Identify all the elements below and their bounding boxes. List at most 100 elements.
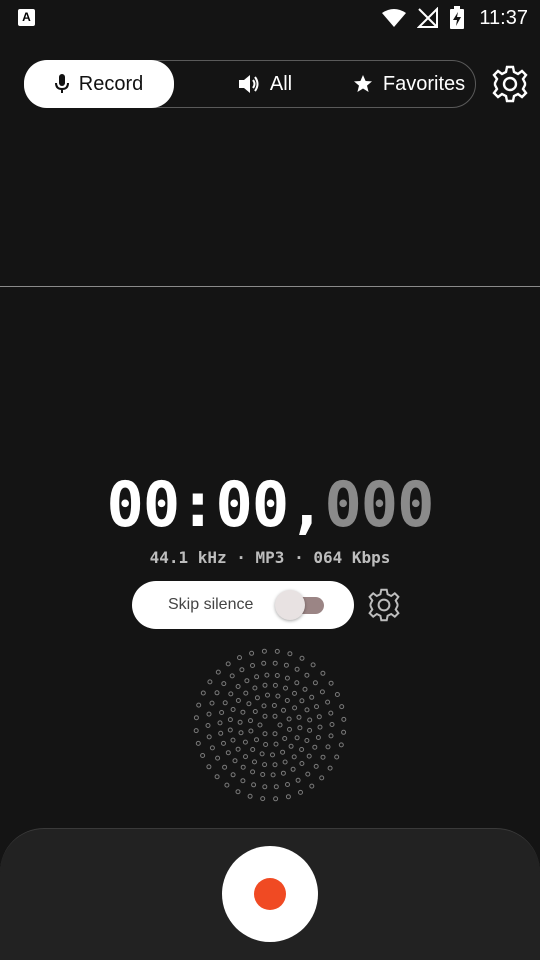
- mode-tabs: Record All Favorites: [24, 60, 476, 108]
- recorder-screen: A 11:37 Record All Favorites 00:00 , 000…: [0, 0, 540, 960]
- level-dot: [294, 680, 300, 686]
- tab-record[interactable]: Record: [24, 60, 174, 108]
- level-dot: [209, 745, 215, 751]
- level-dot: [193, 715, 199, 721]
- level-dot: [275, 693, 281, 699]
- level-dot: [339, 704, 345, 710]
- level-dot: [232, 758, 238, 764]
- level-dot: [292, 705, 298, 711]
- audio-level-visualizer: [193, 648, 347, 802]
- level-dot: [265, 692, 270, 698]
- settings-gear-icon[interactable]: [490, 64, 530, 104]
- level-dot: [280, 770, 286, 776]
- level-dot: [274, 648, 280, 654]
- level-dot: [200, 753, 206, 758]
- level-dot: [338, 742, 344, 748]
- record-dot-icon: [254, 878, 286, 910]
- level-dot: [272, 731, 278, 737]
- status-time: 11:37: [479, 6, 528, 29]
- level-dot: [214, 690, 220, 696]
- level-dot: [313, 763, 319, 769]
- record-button[interactable]: [222, 846, 318, 942]
- level-dot: [195, 740, 201, 746]
- level-dot: [305, 771, 311, 777]
- level-dot: [307, 727, 313, 733]
- status-bar: A 11:37: [0, 0, 540, 36]
- level-dot: [218, 730, 224, 736]
- skip-silence-label: Skip silence: [168, 596, 254, 613]
- recording-timer: 00:00 , 000: [0, 468, 540, 541]
- level-dot: [285, 794, 291, 800]
- level-dot: [280, 749, 286, 755]
- timer-separator: ,: [288, 468, 325, 541]
- timer-main: 00:00: [106, 468, 290, 541]
- level-dot: [295, 777, 301, 783]
- level-dot: [320, 670, 326, 676]
- level-dot: [215, 669, 221, 675]
- level-dot: [284, 698, 290, 703]
- no-signal-icon: [417, 7, 439, 28]
- level-dot: [299, 698, 305, 704]
- tab-all-label: All: [269, 72, 293, 95]
- level-dot: [196, 702, 202, 708]
- level-dot: [237, 655, 242, 661]
- level-dot: [262, 762, 268, 768]
- level-dot: [238, 730, 244, 736]
- level-dot: [319, 689, 325, 695]
- status-icons: 11:37: [381, 6, 528, 30]
- level-dot: [272, 713, 278, 719]
- level-dot: [205, 723, 211, 728]
- battery-charging-icon: [450, 6, 465, 29]
- level-dot: [264, 672, 270, 678]
- level-dot: [230, 707, 236, 712]
- level-dot: [221, 681, 227, 687]
- microphone-icon: [54, 74, 69, 93]
- level-dot: [262, 682, 268, 688]
- level-dot: [248, 728, 254, 734]
- level-dot: [271, 703, 277, 708]
- tab-all[interactable]: All: [215, 61, 315, 107]
- level-dot: [309, 783, 315, 789]
- level-dot: [254, 737, 259, 743]
- level-dot: [261, 648, 267, 654]
- level-dot: [282, 759, 288, 765]
- level-dot: [297, 725, 303, 731]
- tab-favorites[interactable]: Favorites: [343, 61, 475, 107]
- level-dot: [319, 775, 325, 781]
- skip-silence-toggle-thumb[interactable]: [275, 590, 305, 620]
- level-dot: [309, 694, 315, 700]
- level-dot: [287, 726, 292, 732]
- level-dot: [235, 746, 241, 752]
- level-dot: [325, 699, 331, 705]
- level-dot: [310, 662, 316, 668]
- level-dot: [250, 747, 256, 752]
- level-dot: [251, 782, 257, 788]
- level-dot: [299, 747, 305, 752]
- level-dot: [270, 772, 276, 778]
- level-dot: [272, 682, 278, 688]
- level-dot: [214, 774, 220, 780]
- level-dot: [283, 685, 288, 691]
- level-dot: [334, 754, 340, 760]
- level-dot: [252, 709, 258, 714]
- level-dot: [262, 713, 268, 719]
- level-dot: [302, 686, 308, 692]
- level-dot: [260, 796, 266, 802]
- level-dot: [227, 717, 233, 723]
- level-dot: [341, 716, 347, 722]
- skip-silence-settings-icon[interactable]: [366, 587, 402, 623]
- level-dot: [240, 778, 246, 784]
- level-dot: [240, 709, 246, 715]
- skip-silence-pill[interactable]: Skip silence: [132, 581, 354, 629]
- level-dot: [206, 764, 212, 770]
- level-dot: [206, 711, 212, 717]
- level-dot: [200, 690, 206, 696]
- tab-record-label: Record: [78, 72, 144, 95]
- level-dot: [246, 701, 252, 707]
- level-dot: [215, 755, 221, 761]
- level-dot: [317, 724, 323, 730]
- level-dot: [250, 663, 255, 668]
- level-dot: [304, 707, 310, 713]
- level-dot: [262, 784, 268, 790]
- level-dot: [243, 754, 248, 760]
